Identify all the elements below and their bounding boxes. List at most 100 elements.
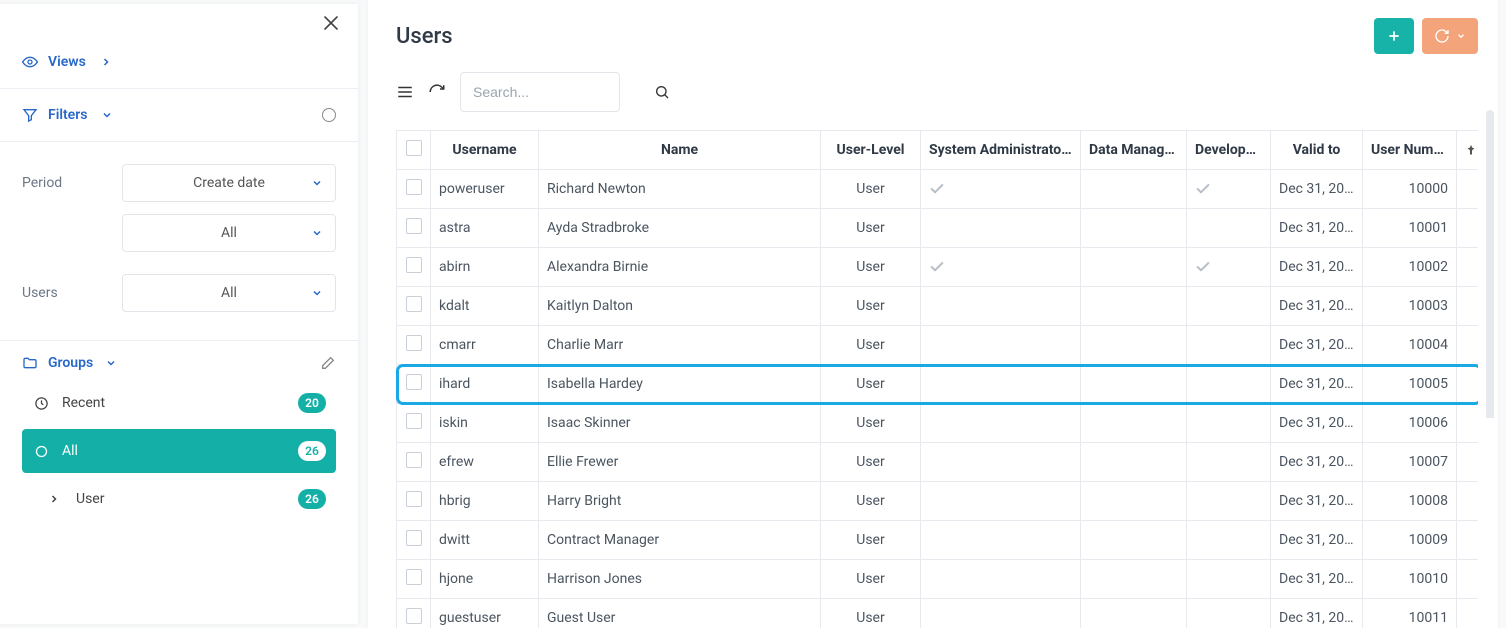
table-row[interactable]: efrewEllie FrewerUserDec 31, 209910007 xyxy=(397,443,1479,482)
cell-validto: Dec 31, 2099 xyxy=(1271,170,1363,209)
refresh-icon[interactable] xyxy=(428,83,446,101)
cell-usernumber: 10004 xyxy=(1363,326,1457,365)
table-header[interactable]: Developer? xyxy=(1187,131,1271,170)
table-row[interactable]: guestuserGuest UserUserDec 31, 209910011 xyxy=(397,599,1479,628)
table-row[interactable]: kdaltKaitlyn DaltonUserDec 31, 209910003 xyxy=(397,287,1479,326)
cell-usernumber: 10000 xyxy=(1363,170,1457,209)
cell-datamanager xyxy=(1081,170,1187,209)
table-row[interactable]: hbrigHarry BrightUserDec 31, 209910008 xyxy=(397,482,1479,521)
table-row[interactable]: ihardIsabella HardeyUserDec 31, 20991000… xyxy=(397,365,1479,404)
table-header[interactable]: Name xyxy=(539,131,821,170)
group-item[interactable]: User26 xyxy=(22,477,336,521)
cell-usernumber: 10011 xyxy=(1363,599,1457,628)
cell-level: User xyxy=(821,209,921,248)
menu-icon[interactable] xyxy=(396,83,414,101)
row-checkbox[interactable] xyxy=(406,374,422,390)
period-all-value: All xyxy=(221,225,237,241)
table-header[interactable]: Data Manager? xyxy=(1081,131,1187,170)
cell-level: User xyxy=(821,404,921,443)
table-header[interactable]: User-Level xyxy=(821,131,921,170)
cell-username: hjone xyxy=(431,560,539,599)
cell-validto: Dec 31, 2099 xyxy=(1271,365,1363,404)
cell-usernumber: 10010 xyxy=(1363,560,1457,599)
cell-username: iskin xyxy=(431,404,539,443)
group-item-label: Recent xyxy=(62,395,105,411)
table-header[interactable] xyxy=(1457,131,1479,170)
search-input[interactable] xyxy=(473,84,654,100)
cell-usernumber: 10005 xyxy=(1363,365,1457,404)
filter-radio-icon[interactable] xyxy=(322,108,336,122)
row-checkbox[interactable] xyxy=(406,179,422,195)
table-row[interactable]: astraAyda StradbrokeUserDec 31, 20991000… xyxy=(397,209,1479,248)
cell-developer xyxy=(1187,560,1271,599)
table-header[interactable]: User Number xyxy=(1363,131,1457,170)
users-table: UsernameNameUser-LevelSystem Administrat… xyxy=(396,130,1478,628)
cell-name: Alexandra Birnie xyxy=(539,248,821,287)
cell-name: Richard Newton xyxy=(539,170,821,209)
groups-label: Groups xyxy=(48,355,93,371)
table-row[interactable]: dwittContract ManagerUserDec 31, 2099100… xyxy=(397,521,1479,560)
cell-username: guestuser xyxy=(431,599,539,628)
row-checkbox[interactable] xyxy=(406,335,422,351)
sidebar: Views Filters Period Create date xyxy=(0,4,358,624)
cell-name: Charlie Marr xyxy=(539,326,821,365)
table-header[interactable]: Valid to xyxy=(1271,131,1363,170)
cell-developer xyxy=(1187,287,1271,326)
row-checkbox[interactable] xyxy=(406,413,422,429)
cell-validto: Dec 31, 2099 xyxy=(1271,326,1363,365)
filters-label: Filters xyxy=(48,107,87,123)
group-item-label: All xyxy=(62,443,78,459)
select-all-checkbox[interactable] xyxy=(406,140,422,156)
table-header[interactable]: System Administrator? xyxy=(921,131,1081,170)
check-icon xyxy=(929,181,1072,197)
users-select[interactable]: All xyxy=(122,274,336,312)
cell-name: Isaac Skinner xyxy=(539,404,821,443)
row-checkbox[interactable] xyxy=(406,296,422,312)
table-row[interactable]: cmarrCharlie MarrUserDec 31, 209910004 xyxy=(397,326,1479,365)
row-checkbox[interactable] xyxy=(406,452,422,468)
chevron-down-icon xyxy=(311,287,323,299)
group-item[interactable]: Recent20 xyxy=(22,381,336,425)
cell-usernumber: 10003 xyxy=(1363,287,1457,326)
row-checkbox[interactable] xyxy=(406,530,422,546)
cell-usernumber: 10009 xyxy=(1363,521,1457,560)
period-all-select[interactable]: All xyxy=(122,214,336,252)
row-checkbox[interactable] xyxy=(406,569,422,585)
cell-datamanager xyxy=(1081,443,1187,482)
sync-dropdown-button[interactable] xyxy=(1422,18,1478,54)
cell-level: User xyxy=(821,326,921,365)
cell-sysadmin xyxy=(921,170,1081,209)
filters-toggle[interactable]: Filters xyxy=(22,107,115,123)
add-button[interactable] xyxy=(1374,18,1414,54)
cell-datamanager xyxy=(1081,599,1187,628)
edit-icon[interactable] xyxy=(320,355,336,371)
pin-icon[interactable] xyxy=(1465,143,1472,157)
cell-datamanager xyxy=(1081,560,1187,599)
cell-datamanager xyxy=(1081,287,1187,326)
period-select[interactable]: Create date xyxy=(122,164,336,202)
cell-sysadmin xyxy=(921,599,1081,628)
cell-name: Isabella Hardey xyxy=(539,365,821,404)
cell-developer xyxy=(1187,326,1271,365)
table-row[interactable]: poweruserRichard NewtonUserDec 31, 20991… xyxy=(397,170,1479,209)
row-checkbox[interactable] xyxy=(406,608,422,624)
close-icon[interactable] xyxy=(324,16,338,30)
filter-icon xyxy=(22,107,38,123)
search-icon[interactable] xyxy=(654,84,670,100)
table-row[interactable]: iskinIsaac SkinnerUserDec 31, 209910006 xyxy=(397,404,1479,443)
cell-validto: Dec 31, 2099 xyxy=(1271,599,1363,628)
table-row[interactable]: hjoneHarrison JonesUserDec 31, 209910010 xyxy=(397,560,1479,599)
row-checkbox[interactable] xyxy=(406,257,422,273)
groups-toggle[interactable]: Groups xyxy=(0,341,358,381)
cell-sysadmin xyxy=(921,521,1081,560)
row-checkbox[interactable] xyxy=(406,491,422,507)
row-checkbox[interactable] xyxy=(406,218,422,234)
cell-usernumber: 10001 xyxy=(1363,209,1457,248)
cell-developer xyxy=(1187,521,1271,560)
table-row[interactable]: abirnAlexandra BirnieUserDec 31, 2099100… xyxy=(397,248,1479,287)
group-item[interactable]: All26 xyxy=(22,429,336,473)
table-header[interactable] xyxy=(397,131,431,170)
cell-level: User xyxy=(821,560,921,599)
views-toggle[interactable]: Views xyxy=(22,54,336,70)
table-header[interactable]: Username xyxy=(431,131,539,170)
